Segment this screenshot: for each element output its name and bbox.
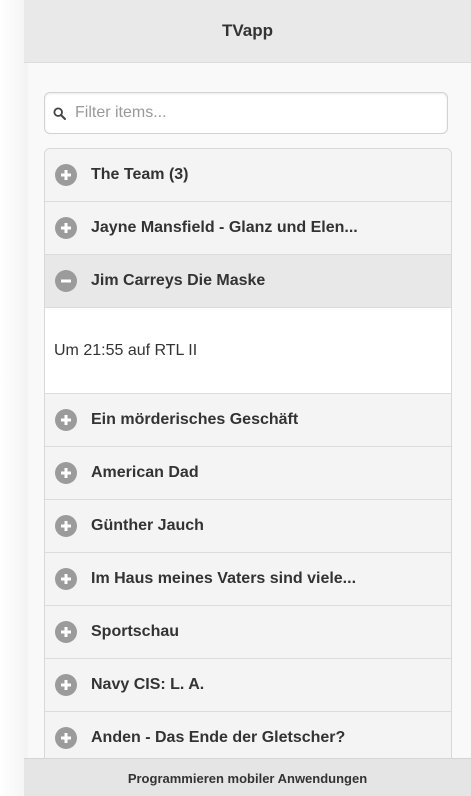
list-item-label: Navy CIS: L. A. [91,676,205,693]
list-item[interactable]: The Team (3) [45,149,451,202]
list-item[interactable]: American Dad [45,447,451,500]
plus-circle-icon [55,515,77,537]
plus-circle-icon [55,409,77,431]
plus-circle-icon [55,674,77,696]
list-item-label: Im Haus meines Vaters sind viele... [91,570,357,587]
page-title: TVapp [221,21,273,40]
list-item[interactable]: Jayne Mansfield - Glanz und Elen... [45,202,451,255]
filter-search-box[interactable] [44,92,448,134]
header-bar: TVapp [24,0,471,63]
list-item-label: Jayne Mansfield - Glanz und Elen... [91,219,358,236]
list-item-label: Sportschau [91,623,180,640]
expanded-content: Um 21:55 auf RTL II [45,308,451,394]
plus-circle-icon [55,217,77,239]
search-icon [45,106,73,120]
list-item[interactable]: Jim Carreys Die Maske [45,255,451,308]
filter-input[interactable] [73,103,437,123]
plus-circle-icon [55,164,77,186]
list-item[interactable]: Ein mörderisches Geschäft [45,394,451,447]
app-frame: TVapp The Team (3) Jayne Mansfield - Glan… [0,0,471,796]
collapsible-list: The Team (3) Jayne Mansfield - Glanz und … [44,148,452,766]
list-item[interactable]: Im Haus meines Vaters sind viele... [45,553,451,606]
list-item-label: American Dad [91,464,199,481]
footer-text: Programmieren mobiler Anwendungen [127,770,368,786]
list-item-label: The Team (3) [91,166,189,183]
plus-circle-icon [55,621,77,643]
list-item[interactable]: Sportschau [45,606,451,659]
list-item[interactable]: Navy CIS: L. A. [45,659,451,712]
list-item[interactable]: Günther Jauch [45,500,451,553]
plus-circle-icon [55,568,77,590]
list-item-label: Günther Jauch [91,517,204,534]
plus-circle-icon [55,727,77,749]
list-item-label: Anden - Das Ende der Gletscher? [91,729,346,746]
plus-circle-icon [55,462,77,484]
page-edge [0,0,28,796]
footer-bar: Programmieren mobiler Anwendungen [24,758,471,796]
minus-circle-icon [55,270,77,292]
list-item-label: Ein mörderisches Geschäft [91,411,299,428]
list-item-label: Jim Carreys Die Maske [91,272,266,289]
